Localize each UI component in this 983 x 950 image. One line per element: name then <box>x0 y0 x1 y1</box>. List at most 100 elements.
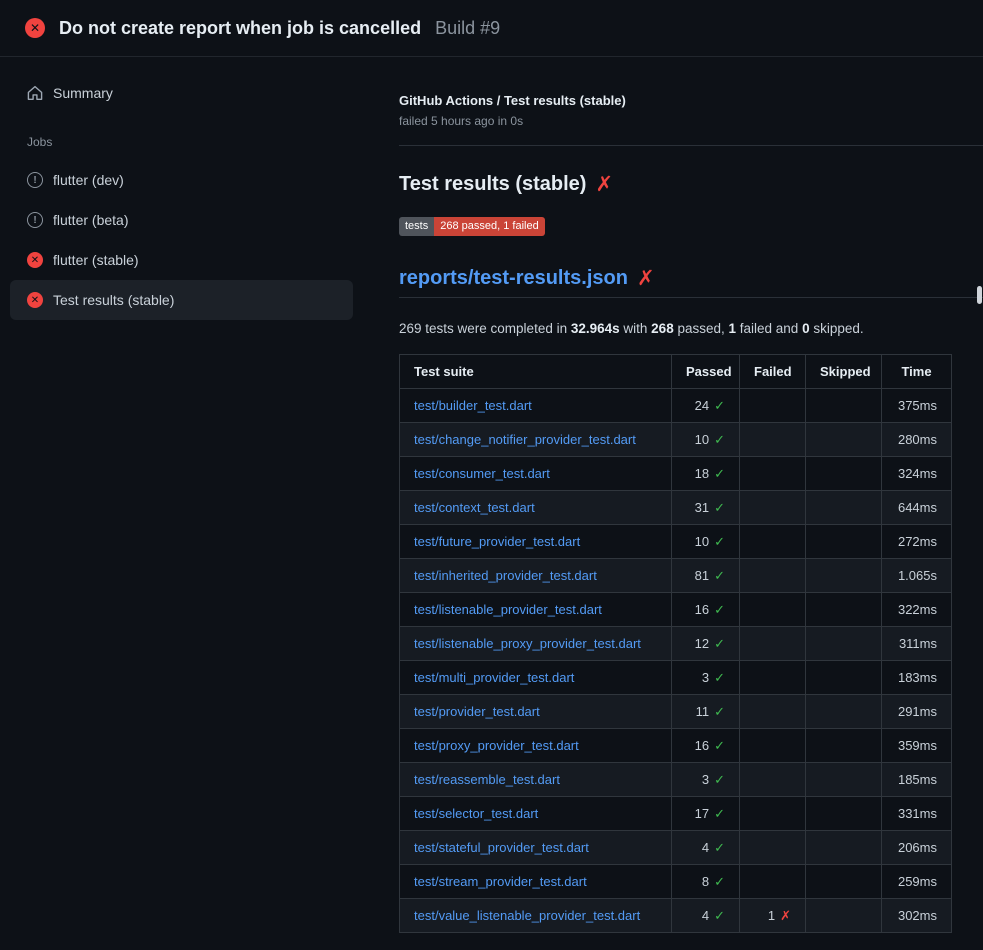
passed-cell: 3✓ <box>672 763 740 797</box>
test-suite-link[interactable]: test/context_test.dart <box>414 500 535 515</box>
passed-count: 11 <box>696 704 710 719</box>
table-row: test/builder_test.dart 24✓ 375ms <box>400 389 952 423</box>
passed-count: 18 <box>695 466 709 481</box>
test-suite-cell: test/proxy_provider_test.dart <box>400 729 672 763</box>
test-suite-link[interactable]: test/stream_provider_test.dart <box>414 874 587 889</box>
test-suite-link[interactable]: test/proxy_provider_test.dart <box>414 738 579 753</box>
sidebar-item-flutter-beta[interactable]: ! flutter (beta) <box>10 200 353 240</box>
failed-cell: 1✗ <box>740 899 806 933</box>
time-cell: 1.065s <box>882 559 952 593</box>
column-header-skipped: Skipped <box>806 355 882 389</box>
section-heading: Test results (stable) ✗ <box>399 172 983 196</box>
test-suite-cell: test/stream_provider_test.dart <box>400 865 672 899</box>
failed-cell <box>740 559 806 593</box>
sidebar-item-flutter-stable[interactable]: ✕ flutter (stable) <box>10 240 353 280</box>
check-icon: ✓ <box>714 466 725 481</box>
passed-cell: 17 ✓ <box>672 797 740 831</box>
test-suite-link[interactable]: test/provider_test.dart <box>414 704 540 719</box>
sidebar-item-test-results-stable[interactable]: ✕ Test results (stable) <box>10 280 353 320</box>
check-icon: ✓ <box>714 432 725 447</box>
table-row: test/value_listenable_provider_test.dart… <box>400 899 952 933</box>
table-row: test/inherited_provider_test.dart 81✓ 1.… <box>400 559 952 593</box>
breadcrumb: GitHub Actions / Test results (stable) <box>399 93 983 109</box>
test-suite-link[interactable]: test/builder_test.dart <box>414 398 532 413</box>
status-line: failed 5 hours ago in 0s <box>399 114 983 128</box>
skipped-cell <box>806 695 882 729</box>
sidebar-item-summary[interactable]: Summary <box>10 77 353 109</box>
passed-cell: 11✓ <box>672 695 740 729</box>
time-cell: 311ms <box>882 627 952 661</box>
failed-cell <box>740 695 806 729</box>
failed-cell <box>740 729 806 763</box>
passed-count: 8 <box>702 874 709 889</box>
sidebar-item-flutter-dev[interactable]: ! flutter (dev) <box>10 160 353 200</box>
passed-cell: 4✓ <box>672 899 740 933</box>
test-suite-link[interactable]: test/listenable_provider_test.dart <box>414 602 602 617</box>
passed-count: 12 <box>695 636 709 651</box>
failed-cell <box>740 661 806 695</box>
test-suite-cell: test/consumer_test.dart <box>400 457 672 491</box>
summary-text: 269 tests were completed in <box>399 321 571 336</box>
test-suite-link[interactable]: test/multi_provider_test.dart <box>414 670 574 685</box>
test-suite-link[interactable]: test/reassemble_test.dart <box>414 772 560 787</box>
test-suite-link[interactable]: test/future_provider_test.dart <box>414 534 580 549</box>
column-header-passed: Passed <box>672 355 740 389</box>
test-suite-cell: test/provider_test.dart <box>400 695 672 729</box>
passed-count: 4 <box>702 840 709 855</box>
skipped-cell <box>806 559 882 593</box>
time-cell: 324ms <box>882 457 952 491</box>
x-circle-fail-icon: ✕ <box>25 18 45 38</box>
x-circle-fail-icon: ✕ <box>27 292 43 308</box>
cross-icon: ✗ <box>780 908 791 923</box>
test-suite-cell: test/value_listenable_provider_test.dart <box>400 899 672 933</box>
passed-count: 17 <box>695 806 709 821</box>
test-suite-cell: test/context_test.dart <box>400 491 672 525</box>
test-suite-link[interactable]: test/selector_test.dart <box>414 806 538 821</box>
table-row: test/consumer_test.dart 18 ✓ 324ms <box>400 457 952 491</box>
check-icon: ✓ <box>714 772 725 787</box>
scrollbar-thumb[interactable] <box>977 286 982 304</box>
sidebar-item-label: Summary <box>53 85 113 101</box>
table-row: test/context_test.dart 31✓ 644ms <box>400 491 952 525</box>
run-title: Do not create report when job is cancell… <box>59 18 421 39</box>
check-icon: ✓ <box>714 534 725 549</box>
tests-summary-line: 269 tests were completed in 32.964s with… <box>399 321 983 337</box>
exclamation-glyph: ! <box>33 215 36 226</box>
time-cell: 359ms <box>882 729 952 763</box>
run-header: ✕ Do not create report when job is cance… <box>0 0 983 57</box>
table-row: test/provider_test.dart 11✓ 291ms <box>400 695 952 729</box>
check-icon: ✓ <box>714 806 725 821</box>
test-suite-cell: test/listenable_proxy_provider_test.dart <box>400 627 672 661</box>
test-suite-cell: test/selector_test.dart <box>400 797 672 831</box>
time-cell: 644ms <box>882 491 952 525</box>
cross-mark-icon: ✗ <box>637 268 655 289</box>
time-cell: 291ms <box>882 695 952 729</box>
test-suite-link[interactable]: test/stateful_provider_test.dart <box>414 840 589 855</box>
sidebar: Summary Jobs ! flutter (dev) ! flutter (… <box>0 57 383 320</box>
test-suite-link[interactable]: test/listenable_proxy_provider_test.dart <box>414 636 641 651</box>
check-icon: ✓ <box>714 398 725 413</box>
test-suite-link[interactable]: test/consumer_test.dart <box>414 466 550 481</box>
section-title: Test results (stable) <box>399 172 586 196</box>
passed-cell: 81✓ <box>672 559 740 593</box>
failed-cell <box>740 423 806 457</box>
test-suite-link[interactable]: test/change_notifier_provider_test.dart <box>414 432 636 447</box>
passed-count: 16 <box>695 602 709 617</box>
test-suite-cell: test/change_notifier_provider_test.dart <box>400 423 672 457</box>
test-suite-link[interactable]: test/inherited_provider_test.dart <box>414 568 597 583</box>
passed-count: 16 <box>695 738 709 753</box>
table-row: test/stateful_provider_test.dart 4✓ 206m… <box>400 831 952 865</box>
summary-text: failed and <box>736 321 802 336</box>
time-cell: 375ms <box>882 389 952 423</box>
test-suite-link[interactable]: test/value_listenable_provider_test.dart <box>414 908 640 923</box>
table-row: test/change_notifier_provider_test.dart … <box>400 423 952 457</box>
failed-cell <box>740 525 806 559</box>
check-icon: ✓ <box>714 908 725 923</box>
skipped-cell <box>806 457 882 491</box>
report-heading: reports/test-results.json ✗ <box>399 266 983 298</box>
report-file-link[interactable]: reports/test-results.json <box>399 266 628 290</box>
test-suite-cell: test/reassemble_test.dart <box>400 763 672 797</box>
check-icon: ✓ <box>714 670 725 685</box>
skipped-cell <box>806 525 882 559</box>
jobs-heading: Jobs <box>10 135 353 149</box>
